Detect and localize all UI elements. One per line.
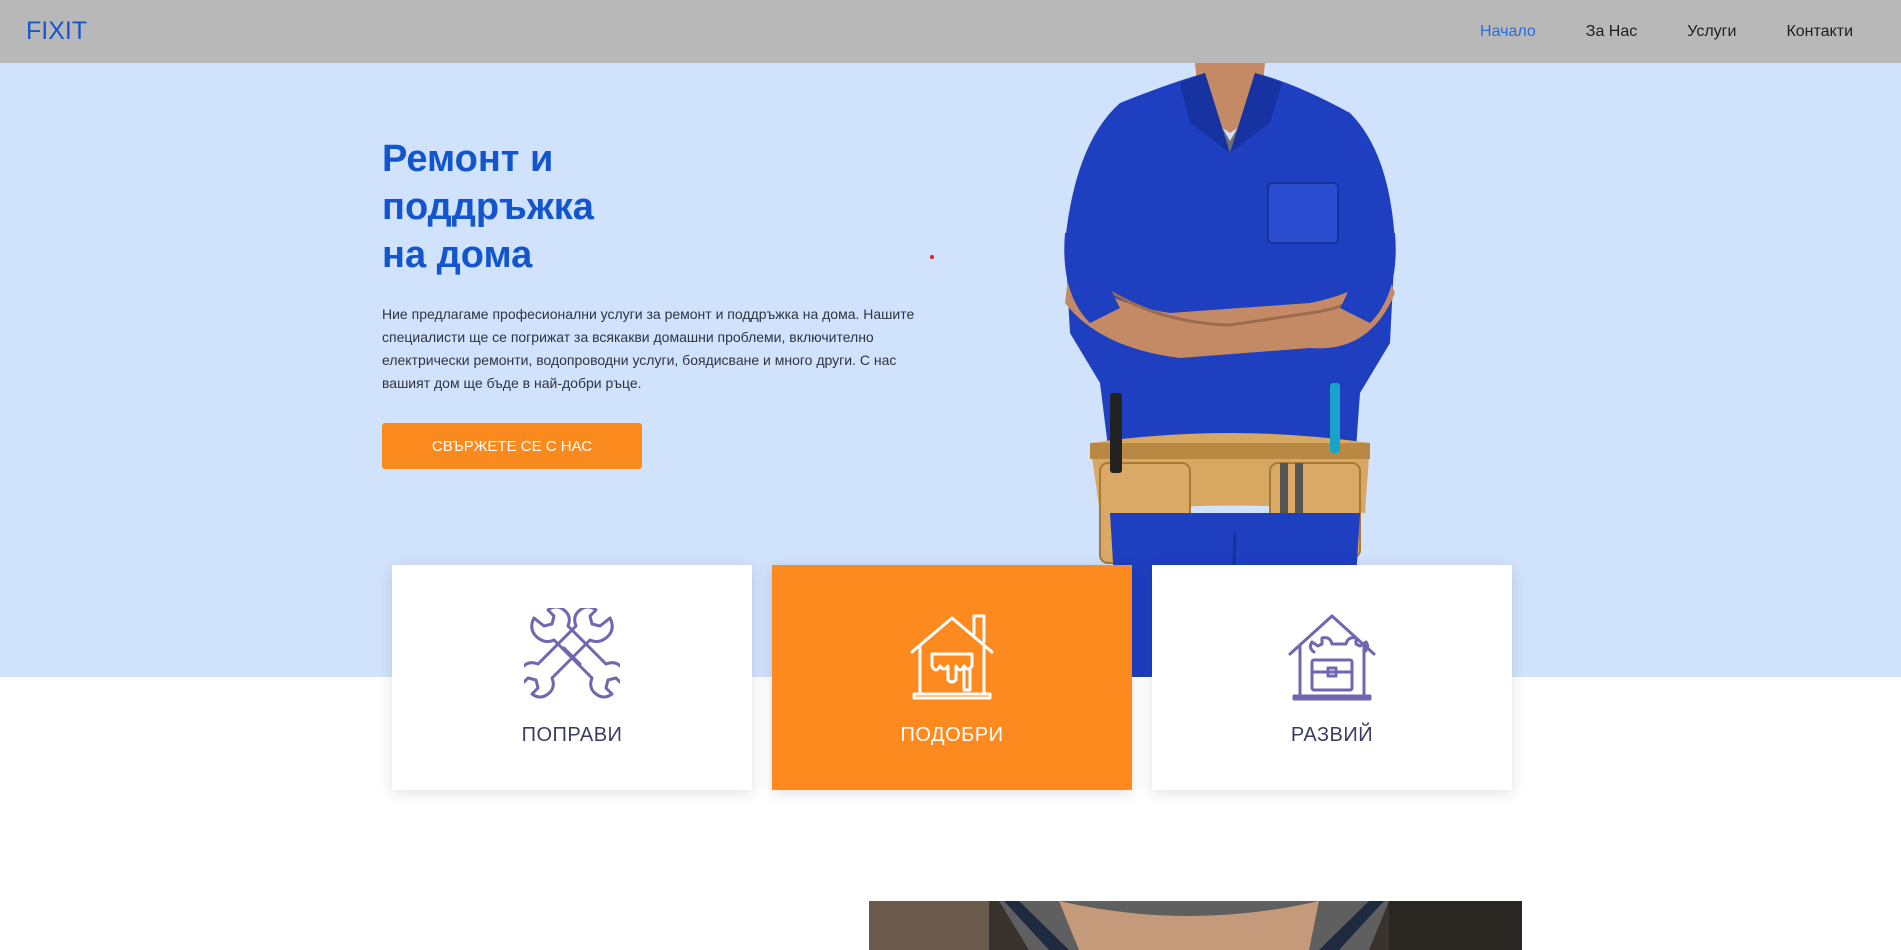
house-toolbox-icon xyxy=(1288,614,1376,701)
house-paint-icon xyxy=(910,614,994,700)
red-dot-marker xyxy=(930,255,934,259)
hero-title: Ремонт и поддръжка на дома xyxy=(382,135,702,279)
card-label: ПОПРАВИ xyxy=(521,724,623,746)
hero-title-line: Ремонт и xyxy=(382,138,554,180)
service-cards: ПОПРАВИ ПОДОБРИ РАЗВИЙ xyxy=(392,565,1512,790)
card-label: РАЗВИЙ xyxy=(1290,724,1374,746)
contact-us-button[interactable]: СВЪРЖЕТЕ СЕ С НАС xyxy=(382,423,642,469)
hero-description: Ние предлагаме професионални услуги за р… xyxy=(382,306,915,391)
card-fix[interactable]: ПОПРАВИ xyxy=(392,565,752,790)
nav-item-services[interactable]: Услуги xyxy=(1687,23,1736,41)
hero-title-line: на дома xyxy=(382,234,533,276)
card-improve[interactable]: ПОДОБРИ xyxy=(772,565,1132,790)
logo[interactable]: FIXIT xyxy=(26,17,87,46)
nav-item-home[interactable]: Начало xyxy=(1480,23,1536,41)
card-develop[interactable]: РАЗВИЙ xyxy=(1152,565,1512,790)
nav-item-about[interactable]: За Нас xyxy=(1586,23,1637,41)
crossed-wrenches-icon xyxy=(524,608,620,699)
bottom-photo xyxy=(869,901,1522,950)
page: FIXIT Начало За Нас Услуги Контакти Ремо… xyxy=(0,0,1901,950)
card-label: ПОДОБРИ xyxy=(900,724,1004,746)
hero-title-line: поддръжка xyxy=(382,186,594,228)
site-header: FIXIT Начало За Нас Услуги Контакти xyxy=(0,0,1901,63)
nav-item-contacts[interactable]: Контакти xyxy=(1786,23,1853,41)
main-nav: Начало За Нас Услуги Контакти xyxy=(1480,0,1901,63)
